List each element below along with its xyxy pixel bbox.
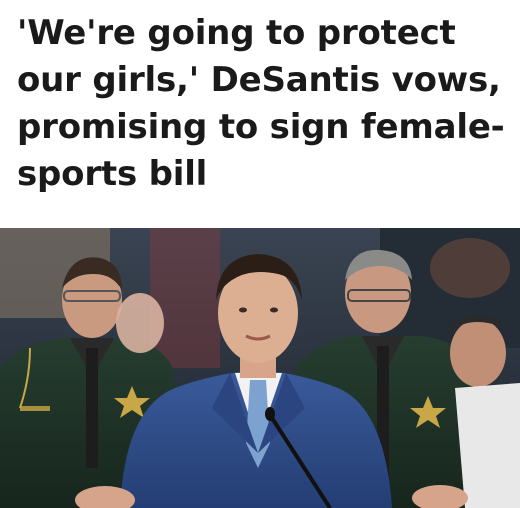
press-conference-illustration [0,228,520,508]
article: 'We're going to protect our girls,' DeSa… [0,0,520,508]
headline[interactable]: 'We're going to protect our girls,' DeSa… [17,10,512,198]
background-flag [150,228,220,368]
news-photo[interactable] [0,228,520,508]
background-man [116,293,164,353]
background-hands [430,238,510,298]
